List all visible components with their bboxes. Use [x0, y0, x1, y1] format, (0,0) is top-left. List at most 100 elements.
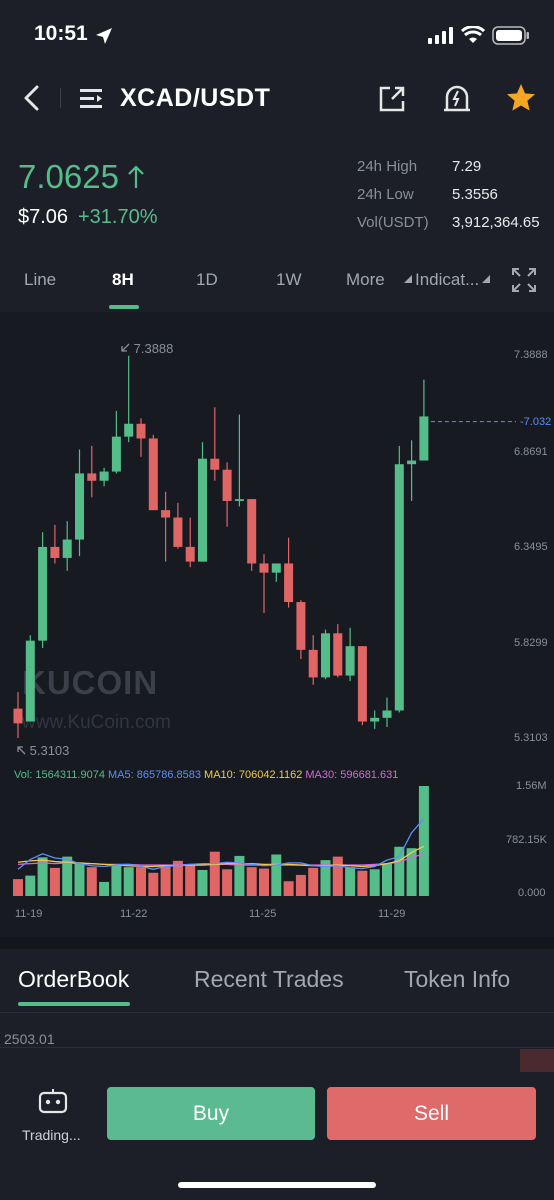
volume-bar — [382, 863, 392, 896]
volume-bar — [123, 867, 134, 896]
volume-tick: 0.000 — [518, 887, 546, 899]
candle-body — [308, 649, 318, 678]
ma10-legend: MA10: 706042.1162 — [204, 769, 303, 781]
date-tick: 11-19 — [15, 908, 43, 920]
last-price: 7.0625 — [18, 158, 119, 195]
candle-body — [247, 499, 257, 564]
favorite-star-icon[interactable] — [505, 82, 537, 114]
candle-body — [38, 546, 48, 641]
candle-body — [173, 517, 183, 547]
back-icon[interactable] — [20, 84, 44, 112]
tab-orderbook[interactable]: OrderBook — [18, 966, 129, 993]
volume-bar — [136, 867, 146, 896]
trading-bot-icon[interactable] — [37, 1087, 69, 1115]
candle-body — [370, 717, 380, 722]
candle-body — [210, 458, 220, 470]
price-alert-icon[interactable] — [441, 82, 473, 114]
candle-body — [161, 510, 171, 518]
fullscreen-icon[interactable] — [511, 267, 537, 293]
arrow-down-left-icon — [121, 343, 130, 352]
volume-bar — [283, 881, 294, 896]
tab-separator — [0, 1012, 554, 1013]
candle-body — [222, 469, 232, 501]
candle-body — [321, 633, 330, 678]
volume-bar — [111, 864, 122, 896]
candle-body — [394, 464, 404, 711]
date-tick: 11-29 — [378, 908, 406, 920]
volume-bar — [209, 851, 220, 896]
arrow-up-left-icon — [17, 746, 26, 755]
candle-body — [198, 458, 207, 562]
current-price-value: 7.032 — [523, 416, 552, 428]
tab-8h[interactable]: 8H — [112, 270, 134, 290]
buy-button[interactable]: Buy — [107, 1087, 315, 1140]
candle-body — [87, 473, 97, 481]
volume-bar — [74, 862, 85, 896]
pair-menu-icon[interactable] — [78, 86, 106, 112]
candle-body — [136, 423, 146, 439]
price-tick: 7.3888 — [514, 349, 548, 361]
candle-body — [50, 546, 60, 558]
location-arrow-icon — [96, 28, 112, 44]
candle-body — [259, 563, 269, 573]
sell-button[interactable]: Sell — [327, 1087, 536, 1140]
volume-bar — [369, 869, 380, 896]
candle-body — [148, 438, 158, 511]
volume-bar — [185, 865, 196, 896]
high-value: 7.29 — [452, 158, 482, 175]
volume-bar — [160, 866, 171, 896]
candle-body — [345, 646, 355, 676]
volume-bar — [49, 867, 60, 896]
low-label: 24h Low — [357, 186, 414, 203]
ma30-legend: MA30: 596681.631 — [305, 769, 399, 781]
tab-more[interactable]: More — [346, 270, 385, 290]
candle-body — [75, 473, 84, 540]
usd-price: $7.06 — [18, 206, 69, 228]
volume-label: Vol(USDT) — [357, 214, 429, 231]
candle-body — [124, 423, 134, 437]
volume-bar — [332, 856, 343, 896]
candle-body — [382, 710, 392, 718]
volume-bar — [86, 867, 97, 896]
candle-body — [296, 602, 306, 650]
price-tick: 6.8691 — [514, 446, 548, 458]
candle-body — [99, 471, 109, 481]
tab-line[interactable]: Line — [24, 270, 56, 290]
candle-body — [419, 416, 429, 461]
bottom-tab-indicator — [18, 1002, 130, 1006]
current-price-tag: -7.032 — [520, 416, 552, 428]
volume-bar — [99, 881, 110, 896]
tab-indicators-label: Indicat... — [415, 270, 480, 289]
low-value: 5.3556 — [452, 186, 498, 203]
change-percent: +31.70% — [78, 206, 158, 228]
volume-bar — [295, 874, 306, 896]
max-price-marker: 7.3888 — [120, 341, 173, 356]
volume-bar — [357, 870, 368, 896]
tab-1d[interactable]: 1D — [196, 270, 218, 290]
share-icon[interactable] — [377, 84, 407, 114]
header-divider — [60, 88, 61, 108]
price-tick: 5.3103 — [514, 732, 548, 744]
volume-ma-legend: Vol: 1564311.9074 MA5: 865786.8583 MA10:… — [14, 769, 398, 781]
date-tick: 11-22 — [120, 908, 148, 920]
tab-token-info[interactable]: Token Info — [404, 966, 510, 993]
tab-recent-trades[interactable]: Recent Trades — [194, 966, 344, 993]
volume-bar — [418, 786, 429, 896]
trading-label[interactable]: Trading... — [22, 1127, 81, 1143]
candle-body — [25, 640, 35, 722]
price-up-arrow-icon — [128, 165, 144, 188]
tab-indicators[interactable]: Indicat... — [403, 270, 491, 290]
volume-bar — [308, 867, 319, 896]
corner-triangle-icon — [404, 275, 412, 283]
volume-bar — [197, 869, 208, 896]
volume-bar — [345, 867, 356, 896]
candle-body — [185, 546, 195, 562]
candle-body — [13, 708, 23, 724]
pair-title[interactable]: XCAD/USDT — [120, 84, 270, 113]
candlestick-chart[interactable] — [0, 312, 554, 937]
volume-value: 3,912,364.65 — [452, 214, 540, 231]
depth-bar — [520, 1049, 554, 1072]
tab-1w[interactable]: 1W — [276, 270, 302, 290]
candle-body — [333, 633, 343, 676]
home-indicator — [178, 1182, 376, 1188]
